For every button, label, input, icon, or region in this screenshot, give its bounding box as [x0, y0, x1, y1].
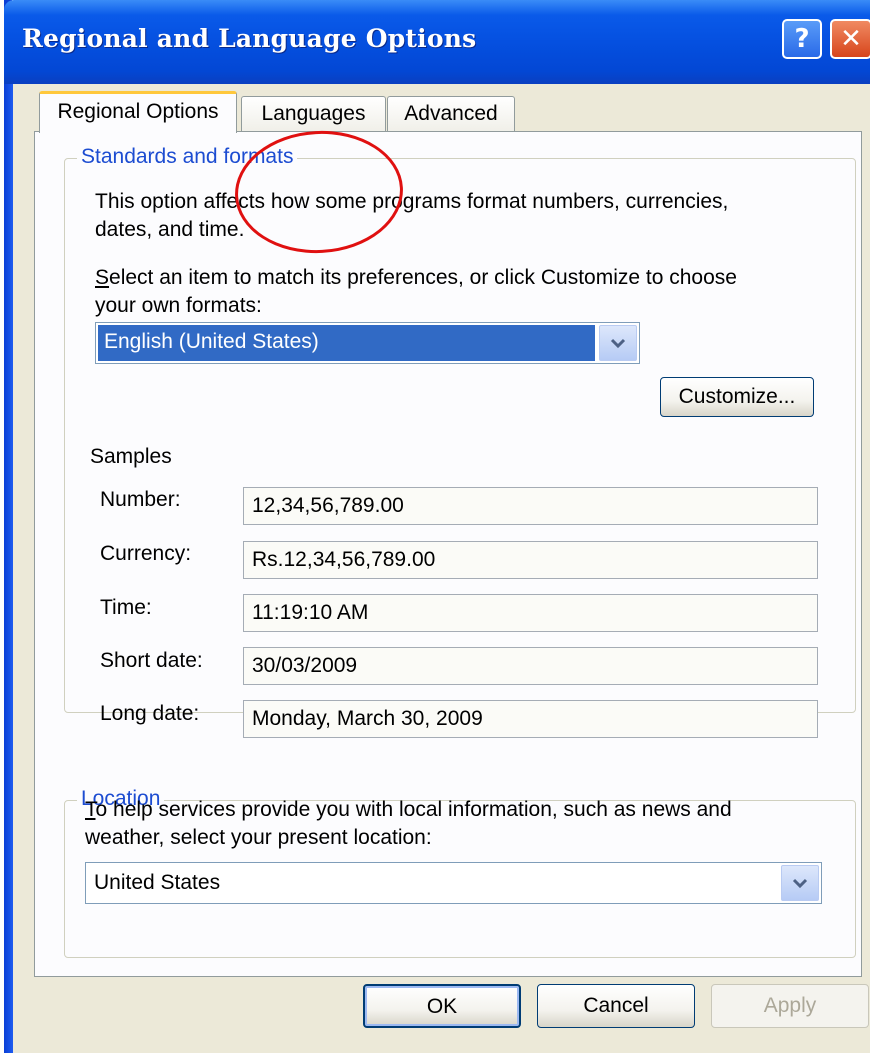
- prompt-line: your own formats:: [95, 294, 262, 317]
- samples-heading: Samples: [90, 445, 172, 468]
- tab-advanced[interactable]: Advanced: [387, 96, 515, 132]
- sample-label-currency: Currency:: [100, 542, 192, 565]
- format-prompt: Select an item to match its preferences,…: [95, 264, 737, 320]
- chevron-down-icon: [792, 878, 808, 889]
- dropdown-arrow-icon[interactable]: [599, 325, 637, 361]
- cancel-button[interactable]: Cancel: [537, 984, 695, 1028]
- sample-value-time: 11:19:10 AM: [243, 594, 818, 632]
- dialog-window: Regional and Language Options ? ✕ Region…: [4, 0, 872, 1053]
- location-description-line: weather, select your present location:: [85, 826, 432, 849]
- tab-languages[interactable]: Languages: [241, 96, 386, 132]
- sample-value-long-date: Monday, March 30, 2009: [243, 700, 818, 738]
- sample-value-short-date: 30/03/2009: [243, 647, 818, 685]
- help-icon: ?: [794, 24, 810, 54]
- description-line: dates, and time.: [95, 218, 245, 241]
- format-dropdown-value: English (United States): [98, 325, 595, 361]
- sample-value-currency: Rs.12,34,56,789.00: [243, 541, 818, 579]
- standards-description: This option affects how some programs fo…: [95, 188, 728, 244]
- chevron-down-icon: [610, 338, 626, 349]
- sample-label-short-date: Short date:: [100, 649, 203, 672]
- sample-label-time: Time:: [100, 596, 152, 619]
- location-description-line: To help services provide you with local …: [85, 798, 732, 821]
- window-title: Regional and Language Options: [22, 24, 477, 53]
- customize-button[interactable]: Customize...: [660, 377, 814, 417]
- location-dropdown[interactable]: United States: [85, 862, 822, 904]
- dialog-client-area: Regional Options Languages Advanced Stan…: [13, 84, 870, 1053]
- close-button[interactable]: ✕: [830, 19, 872, 59]
- format-dropdown[interactable]: English (United States): [95, 322, 640, 364]
- apply-button[interactable]: Apply: [711, 984, 869, 1028]
- tab-regional-options[interactable]: Regional Options: [39, 91, 237, 133]
- tab-label: Advanced: [404, 102, 498, 125]
- sample-label-number: Number:: [100, 488, 181, 511]
- tab-label: Regional Options: [57, 100, 219, 123]
- ok-button[interactable]: OK: [363, 984, 521, 1028]
- sample-value-number: 12,34,56,789.00: [243, 487, 818, 525]
- close-icon: ✕: [840, 24, 862, 54]
- description-line: This option affects how some programs fo…: [95, 190, 729, 213]
- help-button[interactable]: ?: [782, 19, 822, 59]
- tab-label: Languages: [261, 102, 366, 125]
- dropdown-arrow-icon[interactable]: [781, 865, 819, 901]
- prompt-line: Select an item to match its preferences,…: [95, 266, 737, 289]
- title-bar[interactable]: Regional and Language Options ? ✕: [4, 0, 872, 84]
- sample-label-long-date: Long date:: [100, 702, 200, 725]
- location-dropdown-value: United States: [94, 871, 221, 894]
- location-description: To help services provide you with local …: [85, 796, 732, 852]
- window-border: [4, 84, 13, 1053]
